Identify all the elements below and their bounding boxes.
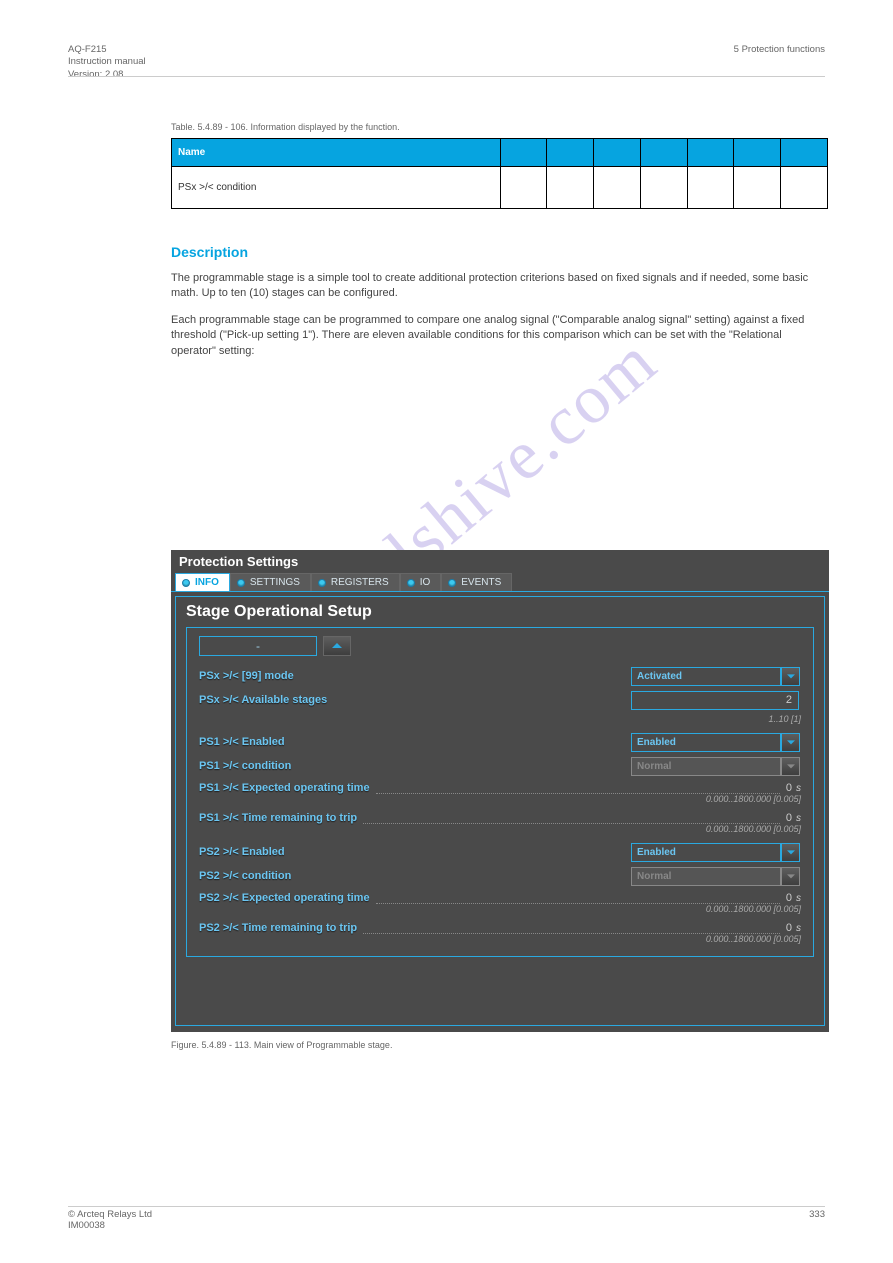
ps2-cond-label: PS2 >/< condition: [199, 870, 291, 882]
footer-left: © Arcteq Relays Ltd IM00038: [68, 1209, 152, 1231]
section-title: Stage Operational Setup: [186, 603, 814, 621]
avail-input[interactable]: 2: [631, 691, 799, 710]
dot-icon: [237, 579, 245, 587]
ps1-exp-hint: 0.000..1800.000 [0.005]: [631, 794, 801, 804]
header-section: 5 Protection functions: [734, 44, 825, 56]
tab-events[interactable]: EVENTS: [441, 573, 512, 591]
ps1-cond-value: Normal: [637, 761, 671, 772]
th-step: [547, 139, 594, 167]
th-desc: [640, 139, 687, 167]
tab-settings[interactable]: SETTINGS: [230, 573, 311, 591]
header-doc: Instruction manual: [68, 56, 146, 68]
chevron-up-icon: [332, 641, 342, 651]
mode-select[interactable]: Activated: [631, 667, 781, 686]
ps2-enabled-label: PS2 >/< Enabled: [199, 846, 285, 858]
th-name: Name: [172, 139, 501, 167]
table-row: PSx >/< condition: [172, 167, 828, 209]
inner-box: - PSx >/< [99] mode Activated: [186, 627, 814, 957]
ps2-rem-label: PS2 >/< Time remaining to trip: [199, 922, 357, 934]
dots: [363, 813, 780, 824]
ps2-cond-value: Normal: [637, 871, 671, 882]
ps2-exp-value: 0: [786, 892, 792, 904]
td-name: PSx >/< condition: [172, 167, 501, 209]
th-extra3: [781, 139, 828, 167]
dots: [376, 893, 780, 904]
ps1-exp-value: 0: [786, 782, 792, 794]
avail-label: PSx >/< Available stages: [199, 694, 327, 706]
tab-label: EVENTS: [461, 577, 501, 588]
footer-rule: [68, 1206, 825, 1207]
ps1-enabled-value: Enabled: [637, 737, 676, 748]
ps1-enabled-select[interactable]: Enabled: [631, 733, 781, 752]
ps1-rem-unit: s: [796, 813, 801, 824]
chevron-down-icon: [781, 867, 800, 886]
tab-io[interactable]: IO: [400, 573, 442, 591]
chevron-down-icon[interactable]: [781, 733, 800, 752]
desc-title: Description: [171, 244, 828, 260]
avail-hint: 1..10 [1]: [631, 714, 801, 724]
header-rule: [68, 76, 825, 77]
ps1-exp-label: PS1 >/< Expected operating time: [199, 782, 370, 794]
ps2-exp-unit: s: [796, 893, 801, 904]
dot-icon: [318, 579, 326, 587]
figure-caption: Figure. 5.4.89 - 113. Main view of Progr…: [171, 1040, 392, 1050]
ps2-cond-select: Normal: [631, 867, 781, 886]
ps1-exp-unit: s: [796, 783, 801, 794]
th-range: [500, 139, 547, 167]
chevron-down-icon[interactable]: [781, 667, 800, 686]
dot-icon: [182, 579, 190, 587]
ps2-exp-label: PS2 >/< Expected operating time: [199, 892, 370, 904]
protection-settings-panel: Protection Settings INFO SETTINGS REGIST…: [171, 550, 829, 1032]
tab-label: SETTINGS: [250, 577, 300, 588]
tab-label: IO: [420, 577, 431, 588]
th-extra1: [687, 139, 734, 167]
mode-value: Activated: [637, 671, 682, 682]
info-table: Name PSx >/< condition: [171, 138, 828, 209]
footer-page-number: 333: [809, 1209, 825, 1220]
ps1-cond-label: PS1 >/< condition: [199, 760, 291, 772]
ps1-rem-hint: 0.000..1800.000 [0.005]: [631, 824, 801, 834]
panel-body: Stage Operational Setup - PSx >/< [99] m…: [175, 596, 825, 1026]
tab-info[interactable]: INFO: [175, 573, 230, 591]
header-product: AQ-F215: [68, 44, 146, 56]
ps2-rem-hint: 0.000..1800.000 [0.005]: [631, 934, 801, 944]
tab-registers[interactable]: REGISTERS: [311, 573, 400, 591]
dash-button[interactable]: -: [199, 636, 317, 656]
description-block: Description The programmable stage is a …: [171, 244, 828, 370]
ps2-exp-hint: 0.000..1800.000 [0.005]: [631, 904, 801, 914]
collapse-button[interactable]: [323, 636, 351, 656]
header-version: Version: 2.08: [68, 69, 146, 81]
panel-title: Protection Settings: [171, 550, 829, 573]
desc-p1: The programmable stage is a simple tool …: [171, 271, 828, 302]
ps2-enabled-value: Enabled: [637, 847, 676, 858]
tab-label: INFO: [195, 577, 219, 588]
th-default: [594, 139, 641, 167]
table-caption: Table. 5.4.89 - 106. Information display…: [171, 122, 400, 132]
ps1-rem-value: 0: [786, 812, 792, 824]
chevron-down-icon: [781, 757, 800, 776]
ps1-enabled-label: PS1 >/< Enabled: [199, 736, 285, 748]
page: manualshive.com AQ-F215 Instruction manu…: [0, 0, 893, 1263]
th-extra2: [734, 139, 781, 167]
dots: [363, 923, 780, 934]
ps2-rem-value: 0: [786, 922, 792, 934]
ps1-cond-select: Normal: [631, 757, 781, 776]
dot-icon: [407, 579, 415, 587]
tab-label: REGISTERS: [331, 577, 389, 588]
ps2-rem-unit: s: [796, 923, 801, 934]
desc-p2: Each programmable stage can be programme…: [171, 313, 828, 359]
dots: [376, 783, 780, 794]
page-footer: © Arcteq Relays Ltd IM00038 333: [68, 1209, 825, 1231]
tabs: INFO SETTINGS REGISTERS IO EVENTS: [171, 573, 829, 592]
dot-icon: [448, 579, 456, 587]
chevron-down-icon[interactable]: [781, 843, 800, 862]
ps1-rem-label: PS1 >/< Time remaining to trip: [199, 812, 357, 824]
ps2-enabled-select[interactable]: Enabled: [631, 843, 781, 862]
mode-label: PSx >/< [99] mode: [199, 670, 294, 682]
